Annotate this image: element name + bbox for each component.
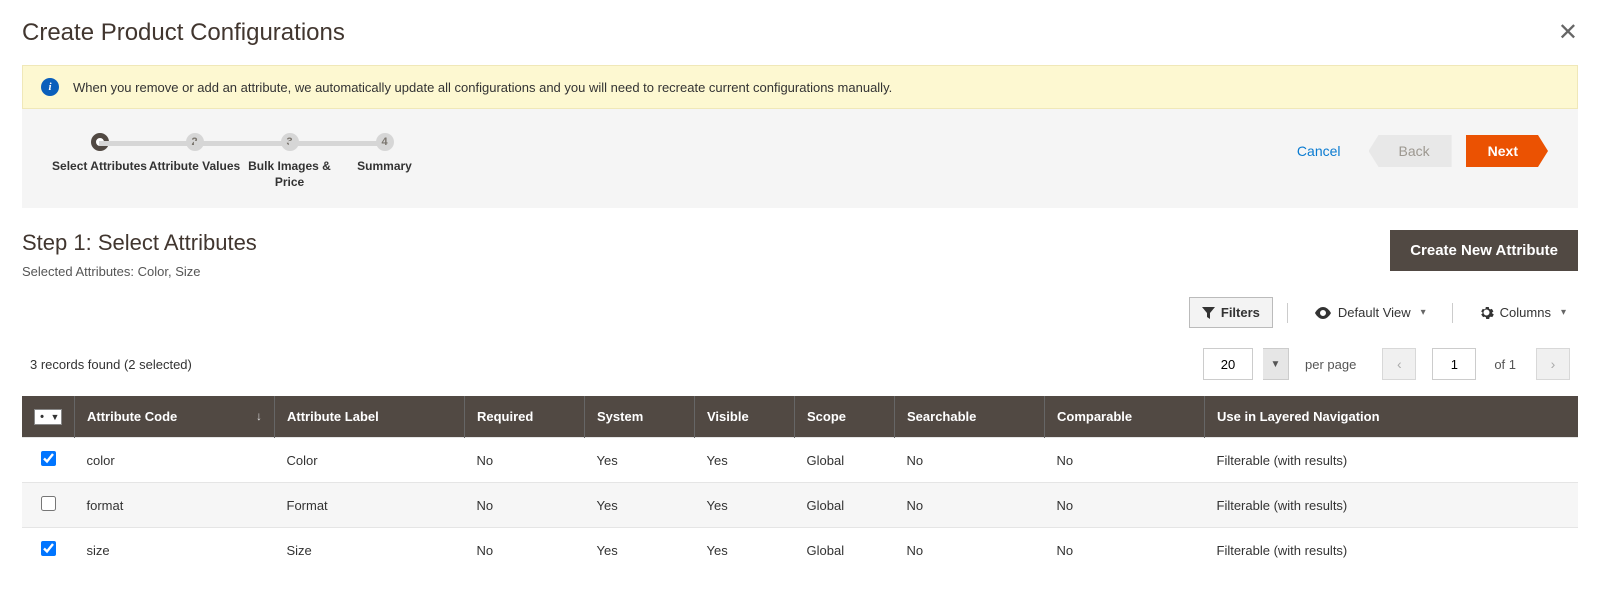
wizard-bar: Select Attributes 2 Attribute Values 3 B… <box>22 109 1578 208</box>
info-icon: i <box>41 78 59 96</box>
cell-visible: Yes <box>695 528 795 573</box>
columns-button[interactable]: Columns <box>1467 298 1578 327</box>
cell-visible: Yes <box>695 483 795 528</box>
row-checkbox[interactable] <box>41 451 56 466</box>
info-notice: i When you remove or add an attribute, w… <box>22 65 1578 109</box>
close-icon[interactable]: ✕ <box>1558 18 1578 47</box>
filters-button[interactable]: Filters <box>1189 297 1273 328</box>
cell-code: format <box>75 483 275 528</box>
page-input[interactable] <box>1432 348 1476 380</box>
table-row[interactable]: sizeSizeNoYesYesGlobalNoNoFilterable (wi… <box>22 528 1578 573</box>
wizard-step-4: 4 Summary <box>337 133 432 175</box>
default-view-button[interactable]: Default View <box>1302 298 1438 327</box>
cell-system: Yes <box>585 483 695 528</box>
cell-searchable: No <box>895 528 1045 573</box>
per-page-label: per page <box>1305 357 1356 372</box>
row-checkbox[interactable] <box>41 541 56 556</box>
wizard-steps: Select Attributes 2 Attribute Values 3 B… <box>52 133 432 190</box>
step-header: Step 1: Select Attributes Selected Attri… <box>0 208 1600 287</box>
cell-system: Yes <box>585 528 695 573</box>
cell-required: No <box>465 438 585 483</box>
cell-scope: Global <box>795 438 895 483</box>
funnel-icon <box>1202 307 1215 319</box>
per-page-dropdown[interactable]: ▼ <box>1263 348 1289 380</box>
selected-attributes: Selected Attributes: Color, Size <box>22 264 257 279</box>
table-row[interactable]: formatFormatNoYesYesGlobalNoNoFilterable… <box>22 483 1578 528</box>
cell-code: color <box>75 438 275 483</box>
cell-comparable: No <box>1045 528 1205 573</box>
cell-code: size <box>75 528 275 573</box>
cell-scope: Global <box>795 483 895 528</box>
step-indicator: 4 <box>376 133 394 151</box>
header-attribute-code[interactable]: Attribute Code↓ <box>75 396 275 438</box>
cell-label: Color <box>275 438 465 483</box>
header-select-all[interactable]: •▼ <box>22 396 75 438</box>
wizard-step-3: 3 Bulk Images & Price <box>242 133 337 190</box>
cancel-button[interactable]: Cancel <box>1297 143 1341 159</box>
cell-required: No <box>465 528 585 573</box>
header-attribute-label[interactable]: Attribute Label <box>275 396 465 438</box>
sort-arrow-down-icon: ↓ <box>256 409 262 423</box>
cell-layered: Filterable (with results) <box>1205 528 1579 573</box>
back-button[interactable]: Back <box>1369 135 1452 167</box>
step-label: Summary <box>357 159 412 175</box>
step-label: Attribute Values <box>149 159 240 175</box>
cell-label: Size <box>275 528 465 573</box>
row-checkbox[interactable] <box>41 496 56 511</box>
next-button[interactable]: Next <box>1466 135 1548 167</box>
pager: ▼ per page ‹ of 1 › <box>1203 348 1570 380</box>
header-searchable[interactable]: Searchable <box>895 396 1045 438</box>
step-title: Step 1: Select Attributes <box>22 230 257 256</box>
cell-searchable: No <box>895 483 1045 528</box>
page-title: Create Product Configurations <box>22 19 345 47</box>
cell-comparable: No <box>1045 483 1205 528</box>
cell-scope: Global <box>795 528 895 573</box>
cell-label: Format <box>275 483 465 528</box>
default-view-label: Default View <box>1338 305 1411 320</box>
notice-text: When you remove or add an attribute, we … <box>73 80 892 95</box>
wizard-actions: Cancel Back Next <box>1297 135 1548 167</box>
cell-comparable: No <box>1045 438 1205 483</box>
header-layered-nav[interactable]: Use in Layered Navigation <box>1205 396 1579 438</box>
attributes-grid: •▼ Attribute Code↓ Attribute Label Requi… <box>22 396 1578 572</box>
wizard-step-2: 2 Attribute Values <box>147 133 242 175</box>
of-pages-label: of 1 <box>1494 357 1516 372</box>
next-page-button[interactable]: › <box>1536 348 1570 380</box>
filters-label: Filters <box>1221 305 1260 320</box>
wizard-step-1: Select Attributes <box>52 133 147 175</box>
cell-layered: Filterable (with results) <box>1205 483 1579 528</box>
header-scope[interactable]: Scope <box>795 396 895 438</box>
create-new-attribute-button[interactable]: Create New Attribute <box>1390 230 1578 271</box>
header-system[interactable]: System <box>585 396 695 438</box>
prev-page-button[interactable]: ‹ <box>1382 348 1416 380</box>
table-row[interactable]: colorColorNoYesYesGlobalNoNoFilterable (… <box>22 438 1578 483</box>
cell-system: Yes <box>585 438 695 483</box>
step-label: Select Attributes <box>52 159 147 175</box>
cell-searchable: No <box>895 438 1045 483</box>
columns-label: Columns <box>1500 305 1551 320</box>
modal-header: Create Product Configurations ✕ <box>0 0 1600 65</box>
gear-icon <box>1479 305 1494 320</box>
cell-visible: Yes <box>695 438 795 483</box>
cell-required: No <box>465 483 585 528</box>
cell-layered: Filterable (with results) <box>1205 438 1579 483</box>
grid-toolbar: Filters Default View Columns <box>0 287 1600 336</box>
per-page-input[interactable] <box>1203 348 1253 380</box>
grid-meta: 3 records found (2 selected) ▼ per page … <box>0 336 1600 396</box>
step-label: Bulk Images & Price <box>242 159 337 190</box>
header-required[interactable]: Required <box>465 396 585 438</box>
eye-icon <box>1314 307 1332 319</box>
header-comparable[interactable]: Comparable <box>1045 396 1205 438</box>
header-visible[interactable]: Visible <box>695 396 795 438</box>
records-found: 3 records found (2 selected) <box>30 357 192 372</box>
